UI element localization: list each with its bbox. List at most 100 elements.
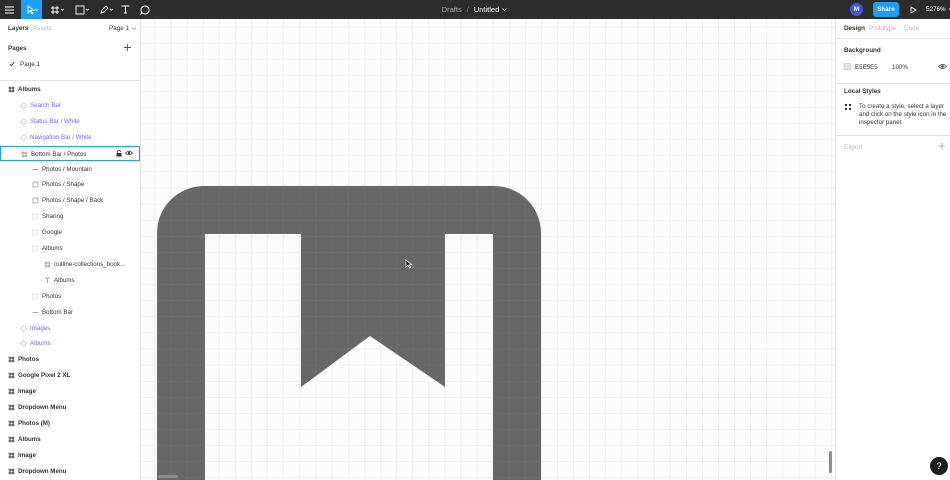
move-tool-button[interactable] (21, 0, 42, 19)
layer-label: Search Bar (30, 101, 61, 109)
instance-icon (20, 324, 27, 332)
frame-tool-button[interactable] (46, 0, 68, 19)
layer-row[interactable]: Albums (0, 432, 140, 447)
text-tool-button[interactable] (119, 0, 131, 19)
layer-label: Navigation Bar / White (30, 133, 92, 141)
rect-icon (32, 181, 39, 188)
tab-assets[interactable]: Assets (33, 25, 52, 32)
frame-icon (44, 261, 51, 268)
text-icon (121, 5, 129, 14)
group-icon (32, 293, 39, 300)
frame-icon (8, 404, 15, 411)
doc-title-dropdown[interactable]: Untitled (474, 5, 508, 14)
layer-row[interactable]: Dropdown Menu (0, 464, 140, 479)
tab-design[interactable]: Design (844, 25, 865, 32)
eye-icon[interactable] (125, 150, 133, 156)
group-icon (32, 245, 39, 252)
layer-row[interactable]: Dropdown Menu (0, 400, 140, 415)
frame-icon (8, 372, 15, 379)
layer-row[interactable]: Google (0, 225, 140, 240)
properties-panel: Design Prototype Code Background E5E5E5 … (835, 19, 950, 480)
frame-icon (8, 356, 15, 363)
add-export-icon[interactable] (938, 142, 946, 150)
layer-row[interactable]: Google Pixel 2 XL (0, 368, 140, 383)
layer-row[interactable]: Images (0, 321, 140, 336)
eye-icon[interactable] (938, 63, 947, 70)
layer-row[interactable]: Image (0, 384, 140, 399)
tab-layers[interactable]: Layers (8, 25, 28, 32)
layer-label: Image (18, 388, 36, 396)
layer-row[interactable]: Photos / Shape / Back (0, 193, 140, 208)
layer-row[interactable]: Sharing (0, 209, 140, 224)
tab-code[interactable]: Code (904, 25, 919, 32)
zoom-dropdown[interactable]: 5276% (926, 0, 950, 19)
background-opacity-input[interactable]: 100% (892, 64, 908, 71)
present-button[interactable] (907, 0, 919, 19)
breadcrumb-drafts[interactable]: Drafts (442, 5, 462, 14)
layer-row[interactable]: Albums (0, 82, 140, 97)
layer-row[interactable]: Photos / Mountain (0, 162, 140, 177)
divider (836, 135, 950, 136)
page-select[interactable]: Page 1 (109, 25, 137, 32)
user-avatar[interactable]: M (850, 3, 863, 16)
frame-icon (21, 151, 28, 158)
help-button[interactable]: ? (930, 457, 948, 475)
layer-label: Photos / Mountain (42, 165, 92, 173)
share-button[interactable]: Share (873, 2, 899, 17)
layer-row[interactable]: Bottom Bar (0, 305, 140, 320)
layer-row[interactable]: Photos / Shape (0, 177, 140, 192)
layer-row[interactable]: Photos (0, 352, 140, 367)
main-menu-button[interactable] (0, 0, 19, 19)
canvas[interactable] (141, 19, 835, 480)
frame-icon (8, 436, 15, 443)
layer-row[interactable]: Search Bar (0, 98, 140, 113)
layer-row[interactable]: Albums (0, 336, 140, 351)
doc-title: Untitled (473, 5, 500, 14)
layer-label: Photos (18, 356, 39, 364)
layer-label: Photos / Shape / Back (42, 197, 104, 205)
background-color-swatch[interactable] (844, 63, 851, 70)
vertical-scrollbar[interactable] (829, 451, 832, 473)
toolbar: Drafts / Untitled M Share 5276% (0, 0, 950, 19)
pen-tool-button[interactable] (95, 0, 117, 19)
layers-panel: Layers Assets Page 1 Pages Page 1 Albums… (0, 19, 141, 480)
layer-label: Albums (42, 245, 63, 252)
left-panel-tabs: Layers Assets Page 1 (0, 19, 140, 38)
layer-row[interactable]: Albums (0, 273, 140, 288)
tab-prototype[interactable]: Prototype (869, 25, 896, 32)
instance-icon (20, 340, 27, 348)
lock-icon[interactable] (116, 149, 122, 157)
page-item[interactable]: Page 1 (0, 60, 140, 70)
instance-icon (20, 133, 27, 141)
right-panel-tabs: Design Prototype Code (836, 19, 950, 38)
horizontal-scrollbar[interactable] (158, 475, 178, 478)
export-title: Export (844, 144, 863, 151)
layer-row[interactable]: Status Bar / White (0, 114, 140, 129)
shape-tool-button[interactable] (71, 0, 93, 19)
style-grid-icon (845, 104, 851, 110)
text-icon (44, 277, 51, 284)
layer-label: Dropdown Menu (18, 467, 67, 475)
layer-label: Bottom Bar (42, 308, 73, 316)
local-styles-hint: To create a style, select a layer and cl… (859, 103, 947, 126)
instance-icon (20, 101, 27, 109)
layer-label: Images (30, 324, 51, 332)
layer-row[interactable]: Albums (0, 241, 140, 256)
layer-label: Albums (18, 435, 41, 443)
layer-label: outline-collections_bookmar... (54, 260, 130, 268)
divider (836, 83, 950, 84)
line-icon (32, 166, 39, 173)
checkmark-icon (9, 61, 15, 67)
play-icon (910, 5, 917, 14)
layer-row[interactable]: Photos (0, 289, 140, 304)
layer-row[interactable]: outline-collections_bookmar... (0, 257, 140, 272)
background-hex-input[interactable]: E5E5E5 (855, 64, 878, 71)
layer-row[interactable]: Photos (M) (0, 416, 140, 431)
layer-row[interactable]: Navigation Bar / White (0, 130, 140, 145)
add-page-icon[interactable] (123, 43, 132, 52)
layer-label: Image (18, 451, 36, 459)
comment-tool-button[interactable] (138, 0, 152, 19)
layer-row[interactable]: Bottom Bar / Photos (0, 145, 140, 161)
layer-row[interactable]: Image (0, 448, 140, 463)
speech-bubble-icon (140, 5, 150, 15)
